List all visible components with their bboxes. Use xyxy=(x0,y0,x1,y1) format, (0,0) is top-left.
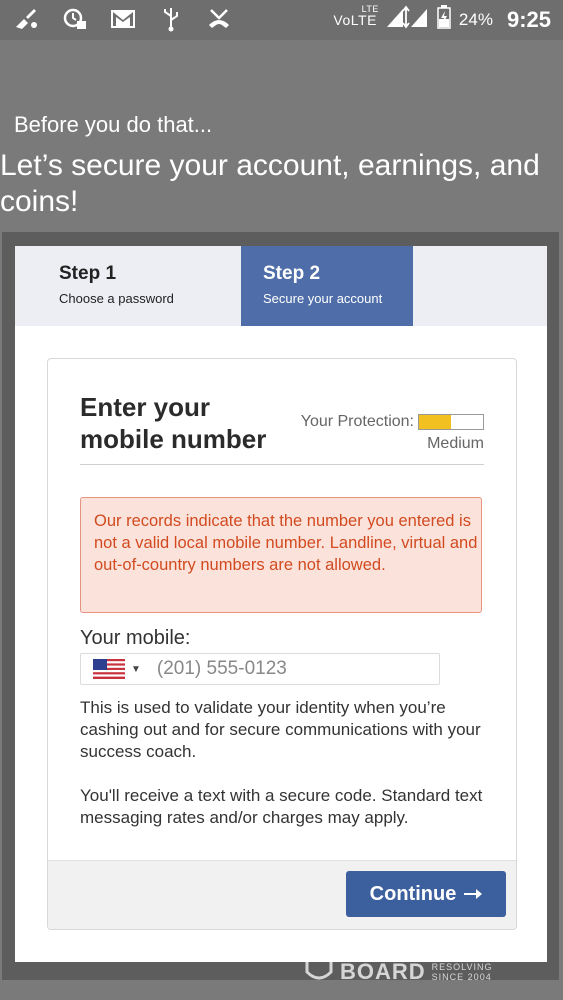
protection-meter: Your Protection: Medium xyxy=(301,413,484,453)
step-1: Step 1 Choose a password xyxy=(15,246,241,326)
gmail-icon xyxy=(110,6,136,32)
card-footer: Continue xyxy=(48,860,516,929)
alarm-lock-icon xyxy=(62,6,88,32)
phone-input[interactable] xyxy=(154,657,409,681)
country-dropdown-caret-icon[interactable]: ▼ xyxy=(131,664,141,675)
watermark-logo-icon xyxy=(304,956,334,987)
battery-percent: 24% xyxy=(458,9,493,29)
dialog-panel: Step 1 Choose a password Step 2 Secure y… xyxy=(15,246,547,962)
step-1-title: Step 1 xyxy=(59,263,117,284)
arrow-right-icon xyxy=(464,883,483,906)
battery-icon xyxy=(437,5,451,34)
card-title: Enter your mobile number xyxy=(80,392,267,454)
step-2-subtitle: Secure your account xyxy=(263,291,383,306)
info-text-code: You'll receive a text with a secure code… xyxy=(80,786,483,827)
usb-icon xyxy=(158,6,184,32)
continue-button[interactable]: Continue xyxy=(346,871,506,917)
signal-icon xyxy=(385,5,429,34)
mobile-label: Your mobile: xyxy=(80,627,191,649)
protection-bar-fill xyxy=(419,415,451,429)
missed-call-icon xyxy=(206,6,232,32)
error-message: Our records indicate that the number you… xyxy=(80,497,482,613)
phone-field: ▼ xyxy=(80,653,440,685)
intro-headline: Let’s secure your account, earnings, and… xyxy=(0,149,540,218)
cleaner-icon xyxy=(14,6,40,32)
intro-before: Before you do that... xyxy=(14,112,213,137)
clock: 9:25 xyxy=(506,6,551,32)
watermark-tagline: RESOLVING SINCE 2004 xyxy=(431,961,493,982)
watermark: BOARD RESOLVING SINCE 2004 xyxy=(304,956,493,987)
watermark-name: BOARD xyxy=(340,958,426,984)
divider xyxy=(80,464,484,465)
step-2-title: Step 2 xyxy=(263,263,321,284)
info-validate: This is used to validate your identity w… xyxy=(80,698,481,761)
step-2: Step 2 Secure your account xyxy=(241,246,413,326)
protection-label: Your Protection: xyxy=(300,413,414,430)
status-bar: VoLTE LTE 24% 9:25 xyxy=(0,0,563,40)
protection-level: Medium xyxy=(427,435,484,452)
step-1-subtitle: Choose a password xyxy=(59,291,174,306)
step-indicator: Step 1 Choose a password Step 2 Secure y… xyxy=(15,246,547,326)
network-type: VoLTE LTE xyxy=(333,3,379,28)
us-flag-icon[interactable] xyxy=(93,659,125,679)
continue-label: Continue xyxy=(369,882,457,905)
mobile-card: Enter your mobile number Your Protection… xyxy=(47,358,517,930)
protection-bar xyxy=(418,414,484,430)
